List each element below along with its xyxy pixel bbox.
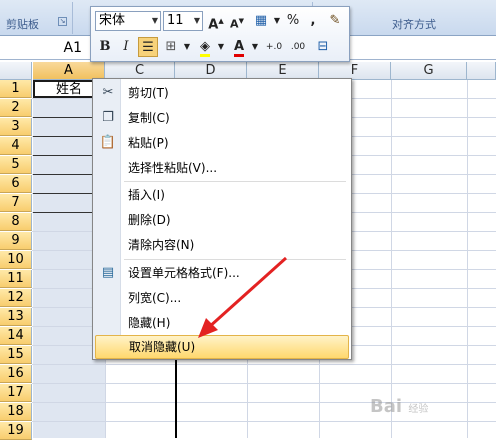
watermark-suffix: 经验 (408, 404, 429, 415)
watermark-text: Bai (370, 396, 403, 417)
annotation-arrow (198, 256, 288, 338)
watermark-logo: Bai 经验 (370, 396, 428, 417)
